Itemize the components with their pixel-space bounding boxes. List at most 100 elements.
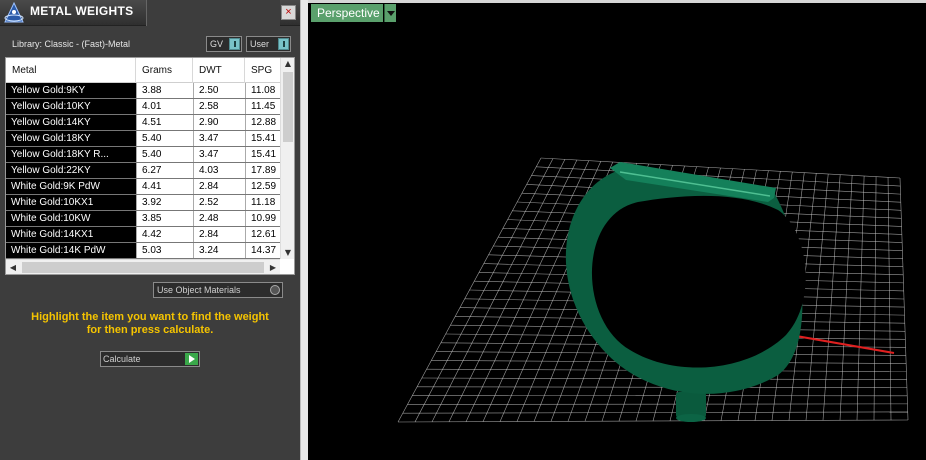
panel-splitter[interactable]: [300, 0, 308, 460]
table-row[interactable]: White Gold:10KW 3.85 2.48 10.99: [6, 211, 280, 227]
cell-grams: 6.27: [136, 163, 193, 178]
cell-dwt: 2.84: [193, 179, 245, 194]
cell-metal: Yellow Gold:9KY: [11, 85, 86, 96]
table-header: Metal Grams DWT SPG: [6, 58, 280, 83]
instructions-text: Highlight the item you want to find the …: [10, 311, 290, 337]
cell-metal: White Gold:10KX1: [11, 197, 94, 208]
cell-dwt: 4.03: [193, 163, 245, 178]
use-object-materials-option[interactable]: Use Object Materials: [153, 282, 283, 298]
cell-dwt: 2.52: [193, 195, 245, 210]
user-toggle-label: User: [250, 39, 270, 49]
instructions-line-1: Highlight the item you want to find the …: [31, 311, 269, 323]
cell-metal: White Gold:14KX1: [11, 229, 94, 240]
cell-metal: White Gold:14K PdW: [11, 245, 106, 256]
scroll-right-icon[interactable]: ▶: [266, 260, 280, 275]
cell-metal: Yellow Gold:18KY R...: [11, 149, 109, 160]
cell-spg: 11.18: [245, 195, 280, 210]
table-row[interactable]: Yellow Gold:18KY R... 5.40 3.47 15.41: [6, 147, 280, 163]
cell-spg: 17.89: [245, 163, 280, 178]
ring-stem-cap: [676, 414, 706, 422]
cell-spg: 15.41: [245, 147, 280, 162]
horizontal-scroll-thumb[interactable]: [22, 262, 264, 273]
ring-model: [565, 162, 806, 422]
view-mode-tab[interactable]: Perspective: [311, 4, 383, 22]
grid-line: [407, 403, 908, 405]
cell-dwt: 2.90: [193, 115, 245, 130]
play-arrow-icon: [185, 353, 198, 365]
column-header-spg[interactable]: SPG: [245, 58, 280, 83]
cell-dwt: 2.58: [193, 99, 245, 114]
cell-spg: 12.61: [245, 227, 280, 242]
cell-spg: 15.41: [245, 131, 280, 146]
table-row[interactable]: Yellow Gold:10KY 4.01 2.58 11.45: [6, 99, 280, 115]
horizontal-scrollbar[interactable]: ◀ ▶: [6, 259, 280, 274]
app-window: METAL WEIGHTS × Library: Classic - (Fast…: [0, 0, 926, 460]
cell-grams: 4.51: [136, 115, 193, 130]
table-row[interactable]: Yellow Gold:22KY 6.27 4.03 17.89: [6, 163, 280, 179]
table-row[interactable]: White Gold:9K PdW 4.41 2.84 12.59: [6, 179, 280, 195]
cell-metal: White Gold:10KW: [11, 213, 91, 224]
gv-toggle[interactable]: GV: [206, 36, 242, 52]
app-logo-icon: [4, 1, 24, 23]
titlebar-spacer: [146, 0, 280, 26]
use-object-materials-label: Use Object Materials: [157, 285, 241, 295]
cell-dwt: 3.24: [193, 243, 245, 258]
ring-band-hole: [591, 195, 806, 368]
cell-spg: 12.59: [245, 179, 280, 194]
cell-metal: Yellow Gold:18KY: [11, 133, 91, 144]
scroll-left-icon[interactable]: ◀: [6, 260, 20, 275]
column-header-metal[interactable]: Metal: [6, 58, 136, 83]
cell-metal: White Gold:9K PdW: [11, 181, 100, 192]
cell-grams: 5.03: [136, 243, 193, 258]
cell-spg: 11.08: [245, 83, 280, 98]
cell-spg: 12.88: [245, 115, 280, 130]
panel-title: METAL WEIGHTS: [30, 4, 134, 18]
viewport-scene: [397, 157, 909, 423]
vertical-scroll-thumb[interactable]: [283, 72, 293, 142]
cell-dwt: 2.48: [193, 211, 245, 226]
cell-dwt: 3.47: [193, 131, 245, 146]
3d-viewport[interactable]: Perspective: [308, 0, 926, 460]
calculate-button[interactable]: Calculate: [100, 351, 200, 367]
cell-grams: 3.92: [136, 195, 193, 210]
cell-spg: 11.45: [245, 99, 280, 114]
cell-grams: 3.85: [136, 211, 193, 226]
cell-metal: Yellow Gold:10KY: [11, 101, 91, 112]
cell-grams: 5.40: [136, 131, 193, 146]
close-button[interactable]: ×: [281, 5, 296, 20]
column-header-grams[interactable]: Grams: [136, 58, 193, 83]
metal-table: Metal Grams DWT SPG Yellow Gold:9KY 3.88…: [5, 57, 295, 275]
cell-grams: 4.42: [136, 227, 193, 242]
panel-titlebar: METAL WEIGHTS ×: [0, 0, 300, 26]
cell-dwt: 2.84: [193, 227, 245, 242]
chevron-down-icon[interactable]: [384, 4, 396, 22]
user-toggle[interactable]: User: [246, 36, 291, 52]
metal-weights-panel: METAL WEIGHTS × Library: Classic - (Fast…: [0, 0, 300, 460]
cell-grams: 5.40: [136, 147, 193, 162]
cell-spg: 10.99: [245, 211, 280, 226]
toggle-indicator-icon: [229, 38, 240, 50]
viewport-top-border: [308, 0, 926, 3]
column-header-dwt[interactable]: DWT: [193, 58, 245, 83]
cell-spg: 14.37: [245, 243, 280, 258]
cell-metal: Yellow Gold:14KY: [11, 117, 91, 128]
vertical-scrollbar[interactable]: ▲ ▼: [280, 58, 294, 259]
table-row[interactable]: Yellow Gold:14KY 4.51 2.90 12.88: [6, 115, 280, 131]
table-row[interactable]: White Gold:14K PdW 5.03 3.24 14.37: [6, 243, 280, 259]
cell-grams: 4.01: [136, 99, 193, 114]
scroll-down-icon[interactable]: ▼: [281, 247, 295, 259]
table-row[interactable]: White Gold:10KX1 3.92 2.52 11.18: [6, 195, 280, 211]
cell-grams: 3.88: [136, 83, 193, 98]
radio-icon: [270, 285, 280, 295]
table-body: Yellow Gold:9KY 3.88 2.50 11.08 Yellow G…: [6, 83, 280, 259]
scroll-up-icon[interactable]: ▲: [281, 58, 295, 70]
table-row[interactable]: White Gold:14KX1 4.42 2.84 12.61: [6, 227, 280, 243]
cell-dwt: 3.47: [193, 147, 245, 162]
cell-dwt: 2.50: [193, 83, 245, 98]
cell-grams: 4.41: [136, 179, 193, 194]
calculate-label: Calculate: [103, 354, 141, 364]
cell-metal: Yellow Gold:22KY: [11, 165, 91, 176]
table-row[interactable]: Yellow Gold:9KY 3.88 2.50 11.08: [6, 83, 280, 99]
toggle-indicator-icon: [278, 38, 289, 50]
table-row[interactable]: Yellow Gold:18KY 5.40 3.47 15.41: [6, 131, 280, 147]
